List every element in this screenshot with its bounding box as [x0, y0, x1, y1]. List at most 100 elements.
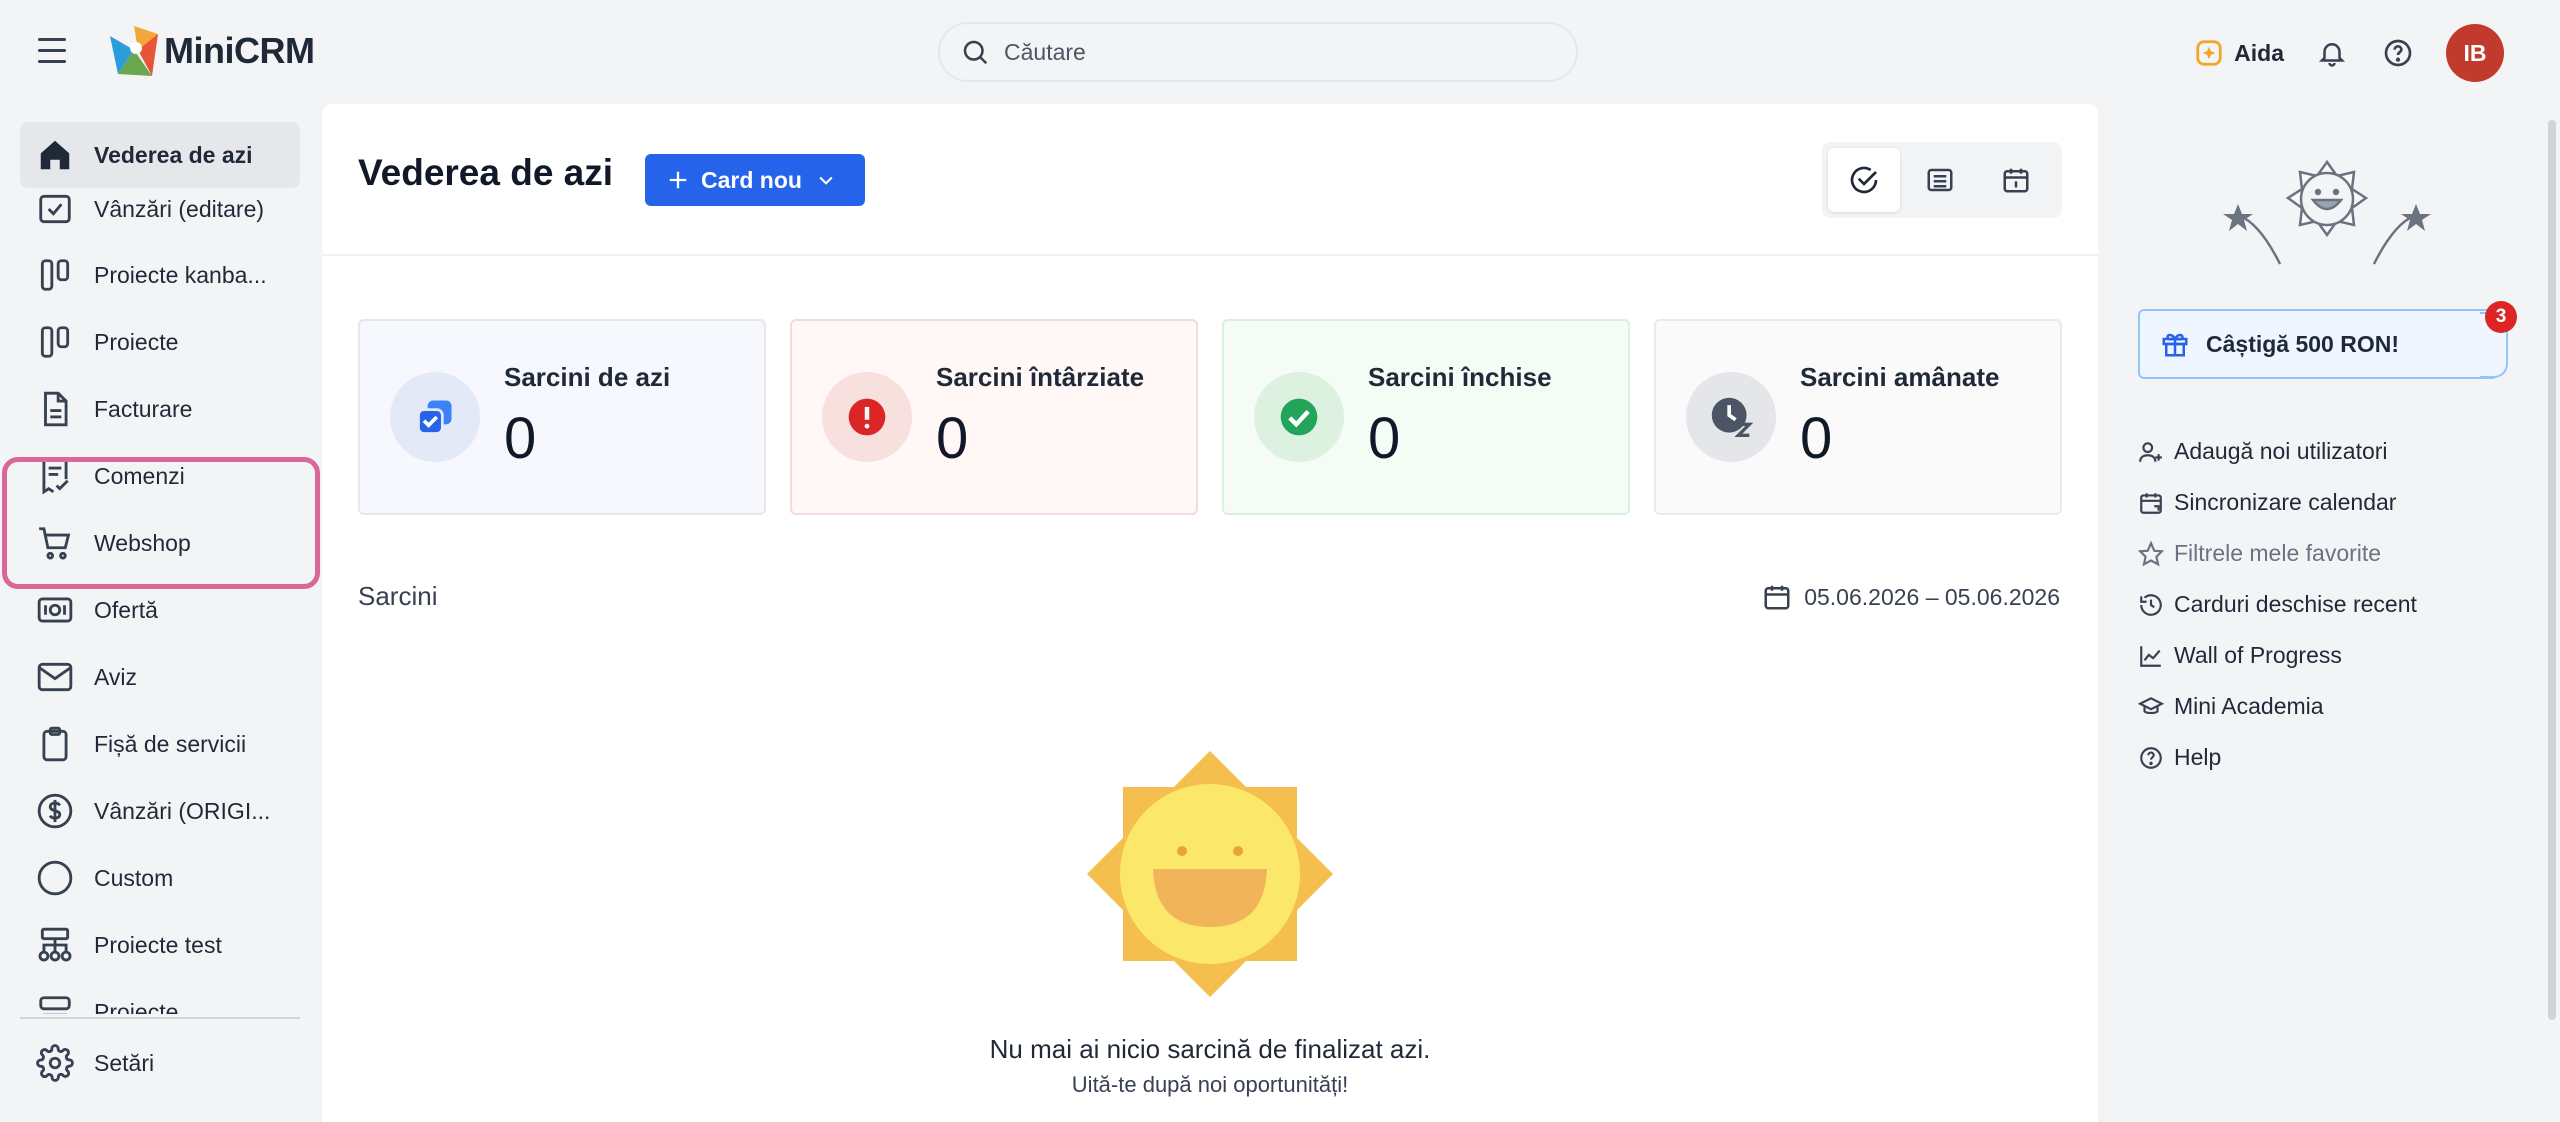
- promo-badge: 3: [2485, 301, 2517, 333]
- sidebar-item-custom[interactable]: Custom: [20, 845, 300, 911]
- stat-value: 0: [936, 406, 969, 471]
- sidebar-item-label: Aviz: [94, 663, 138, 690]
- sidebar-item-vanzari-original[interactable]: Vânzări (ORIGI...: [20, 778, 300, 844]
- document-icon: [44, 391, 68, 427]
- stat-card-overdue[interactable]: Sarcini întârziate 0: [790, 319, 1198, 515]
- help-circle-icon: [2384, 39, 2412, 67]
- calendar-icon: [1764, 585, 1790, 610]
- sidebar-item-aviz[interactable]: Aviz: [20, 644, 300, 710]
- search-box[interactable]: [938, 22, 1578, 82]
- tasks-today-icon: [390, 372, 480, 462]
- add-user-icon: [2139, 441, 2162, 462]
- link-favorite-filters[interactable]: Filtrele mele favorite: [2138, 528, 2417, 579]
- stat-card-postponed[interactable]: Sarcini amânate 0: [1654, 319, 2062, 515]
- gift-icon: [2162, 333, 2188, 357]
- sidebar-item-webshop[interactable]: Webshop: [20, 510, 300, 576]
- chevron-down-icon: [819, 176, 833, 185]
- check-icon: [1254, 372, 1344, 462]
- notifications-button[interactable]: [2314, 35, 2350, 71]
- sidebar-nav[interactable]: Vederea de azi Vânzări (editare) Proiect…: [20, 122, 300, 1014]
- date-range-picker[interactable]: 05.06.2026 – 05.06.2026: [1762, 582, 2060, 612]
- promo-button[interactable]: Câștigă 500 RON!: [2138, 309, 2498, 379]
- quick-links: Adaugă noi utilizatori Sincronizare cale…: [2138, 426, 2417, 783]
- help-button[interactable]: [2380, 35, 2416, 71]
- sidebar-item-facturare[interactable]: Facturare: [20, 376, 300, 442]
- envelope-icon: [37, 662, 73, 692]
- stat-label: Sarcini de azi: [504, 362, 671, 392]
- tasks-section-title: Sarcini: [358, 581, 438, 611]
- link-label: Wall of Progress: [2174, 642, 2342, 668]
- help-circle-icon: [2140, 746, 2162, 769]
- link-help[interactable]: Help: [2138, 732, 2417, 783]
- empty-state-title: Nu mai ai nicio sarcină de finalizat azi…: [989, 1034, 1431, 1064]
- sidebar-item-label: Vânzări (editare): [94, 195, 265, 222]
- sidebar-item-proiecte-test[interactable]: Proiecte test: [20, 912, 300, 978]
- sidebar-item-comenzi[interactable]: Comenzi: [20, 443, 300, 509]
- gear-icon: [36, 1044, 74, 1082]
- sidebar-item-proiecte-kanban[interactable]: Proiecte kanba...: [20, 242, 300, 308]
- banknote-icon: [37, 597, 73, 623]
- aida-icon: [2196, 40, 2222, 66]
- plus-icon: [669, 171, 687, 189]
- chart-line-icon: [2140, 645, 2161, 667]
- link-calendar-sync[interactable]: Sincronizare calendar: [2138, 477, 2417, 528]
- sidebar-item-label: Webshop: [94, 529, 191, 556]
- promo-label: Câștigă 500 RON!: [2206, 330, 2400, 357]
- scrollbar[interactable]: [2548, 120, 2556, 1020]
- stat-label: Sarcini întârziate: [936, 362, 1145, 392]
- page-title: Vederea de azi: [358, 152, 614, 193]
- app-logo[interactable]: MiniCRM: [108, 24, 315, 78]
- link-add-users[interactable]: Adaugă noi utilizatori: [2138, 426, 2417, 477]
- sidebar-item-label: Proiecte: [94, 328, 179, 355]
- link-label: Carduri deschise recent: [2174, 591, 2417, 617]
- star-icon: [2138, 540, 2164, 566]
- sidebar-item-oferta[interactable]: Ofertă: [20, 577, 300, 643]
- sidebar-item-setari[interactable]: Setări: [20, 1030, 300, 1096]
- link-label: Mini Academia: [2174, 693, 2324, 719]
- main-panel: Vederea de azi Card nou Sarcini de azi 0…: [322, 104, 2098, 1122]
- link-recent-cards[interactable]: Carduri deschise recent: [2138, 579, 2417, 630]
- kanban-icon: [40, 326, 70, 358]
- minicrm-logo-icon: [110, 26, 158, 76]
- bell-icon: [2318, 43, 2346, 67]
- server-icon: [39, 996, 71, 1014]
- stat-label: Sarcini închise: [1368, 362, 1552, 392]
- sidebar: Vederea de azi Vânzări (editare) Proiect…: [0, 104, 318, 1122]
- view-list-button[interactable]: [1904, 148, 1976, 212]
- sidebar-item-proiecte[interactable]: Proiecte: [20, 309, 300, 375]
- sidebar-item-label: Proiecte test: [94, 931, 222, 958]
- link-mini-academia[interactable]: Mini Academia: [2138, 681, 2417, 732]
- sidebar-item-vanzari-editare[interactable]: Vânzări (editare): [20, 176, 300, 242]
- search-input[interactable]: [1004, 38, 1544, 66]
- stat-label: Sarcini amânate: [1800, 362, 2000, 392]
- cart-icon: [39, 527, 71, 560]
- stat-card-closed[interactable]: Sarcini închise 0: [1222, 319, 1630, 515]
- sun-illustration-icon: [1087, 751, 1333, 997]
- calendar-sync-icon: [2140, 492, 2162, 514]
- view-toggle: [1822, 142, 2062, 218]
- sidebar-item-fisa-de-servicii[interactable]: Fișă de servicii: [20, 711, 300, 777]
- graduation-cap-icon: [2138, 696, 2164, 714]
- link-label: Adaugă noi utilizatori: [2174, 438, 2388, 464]
- avatar[interactable]: IB: [2446, 24, 2504, 82]
- alert-icon: [822, 372, 912, 462]
- sidebar-item-label: Proiecte kanba...: [94, 261, 267, 288]
- main-divider: [322, 254, 2098, 256]
- aida-button[interactable]: Aida: [2194, 38, 2284, 68]
- sidebar-item-label: Custom: [94, 864, 174, 891]
- link-label: Filtrele mele favorite: [2174, 540, 2382, 566]
- new-card-button[interactable]: Card nou: [645, 154, 865, 206]
- view-calendar-button[interactable]: [1980, 148, 2052, 212]
- home-icon: [40, 140, 70, 170]
- top-bar: MiniCRM Aida IB: [0, 0, 2560, 104]
- link-wall-of-progress[interactable]: Wall of Progress: [2138, 630, 2417, 681]
- sidebar-item-label: Ofertă: [94, 596, 158, 623]
- checkbox-icon: [39, 194, 71, 224]
- sidebar-item-proiecte-2[interactable]: Proiecte: [20, 979, 300, 1014]
- stat-card-today[interactable]: Sarcini de azi 0: [358, 319, 766, 515]
- menu-icon[interactable]: [38, 38, 68, 66]
- stat-value: 0: [1368, 406, 1401, 471]
- sidebar-item-label: Vederea de azi: [94, 141, 253, 168]
- view-tasks-button[interactable]: [1828, 148, 1900, 212]
- check-circle-icon: [1850, 166, 1878, 194]
